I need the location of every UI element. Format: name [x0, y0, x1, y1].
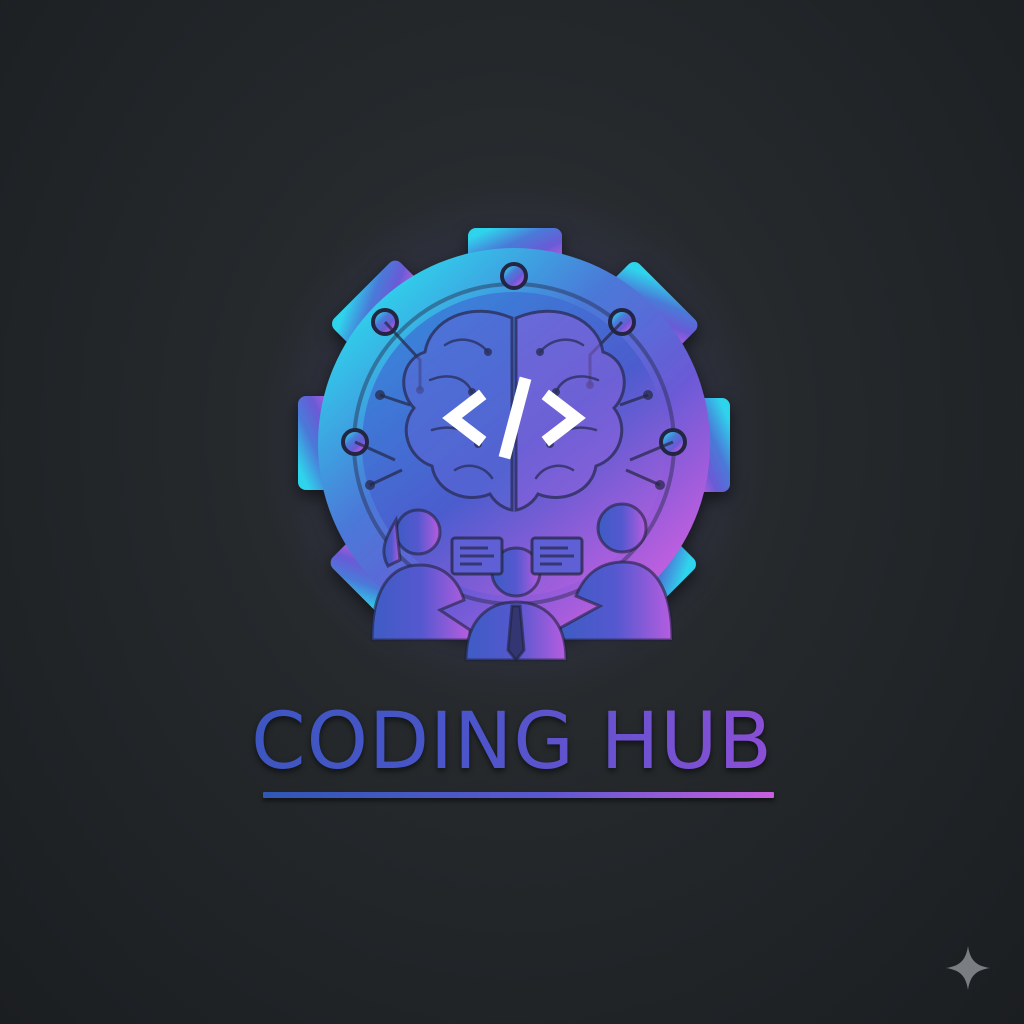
sparkle-icon: [946, 946, 990, 990]
brand-title: CODING HUB: [0, 694, 1024, 790]
brand-underline: [263, 792, 774, 798]
logo-emblem: [254, 180, 774, 700]
logo-canvas: CODING HUB: [0, 0, 1024, 1024]
